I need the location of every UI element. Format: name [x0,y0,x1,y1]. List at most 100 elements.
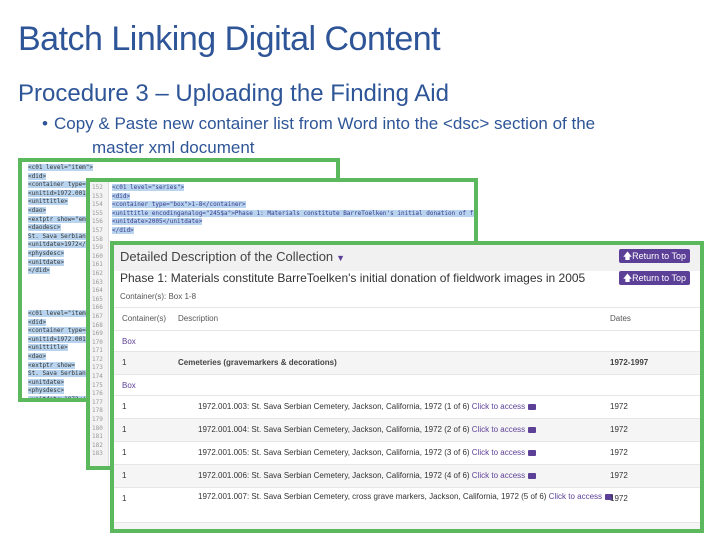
line-number: 164 [92,287,103,295]
row-dates: 1972-1997 [610,358,649,367]
box-label: Box [122,381,136,390]
code-line: <unittitle encodinganalog="245$a">Phase … [112,209,474,219]
code-line: </did> [112,226,134,234]
click-to-access-link[interactable]: Click to access [549,492,602,501]
line-number: 154 [92,201,103,209]
line-number: 152 [92,184,103,191]
line-number: 174 [92,373,103,381]
line-number: 166 [92,304,103,312]
return-to-top-button[interactable]: 🡅Return to Top [618,249,690,263]
line-number: 178 [92,407,103,415]
code-line: <c01 level="series"> [112,184,185,191]
line-number: 180 [92,424,103,432]
row-container: 1 [122,471,127,480]
line-number: 167 [92,312,103,320]
line-number: 165 [92,295,103,303]
line-number: 159 [92,244,103,252]
row-description: 1972.001.004: St. Sava Serbian Cemetery,… [198,425,537,434]
arrow-up-icon: 🡅 [622,273,633,283]
table-row: 1 1972.001.006: St. Sava Serbian Cemetery… [114,464,700,487]
line-number: 169 [92,330,103,338]
column-header-container: Container(s) [122,314,167,323]
slide-title: Batch Linking Digital Content [18,20,441,58]
line-number: 175 [92,381,103,389]
row-dates: 1972 [610,494,628,503]
row-description: 1972.001.005: St. Sava Serbian Cemetery,… [198,448,537,457]
table-row: 1 1972.001.007: St. Sava Serbian Cemetery… [114,487,700,522]
row-dates: 1972 [610,402,628,411]
box-label-row: Box [114,330,700,351]
camera-icon[interactable] [528,449,537,456]
camera-icon[interactable] [528,403,537,410]
line-number: 162 [92,269,103,277]
table-row: 1 1972.001.003: St. Sava Serbian Cemetery… [114,395,700,418]
column-header-description: Description [178,314,219,323]
line-number: 156 [92,218,103,226]
line-number-gutter: 152 153 154 155 156 157 158 159 160 161 162 163 164 1… [90,182,109,466]
line-number: 158 [92,235,103,243]
row-container: 1 [122,448,127,457]
row-container: 1 [122,494,127,503]
line-number: 153 [92,192,103,200]
line-number: 179 [92,416,103,424]
click-to-access-link[interactable]: Click to access [472,425,525,434]
click-to-access-link[interactable]: Click to access [472,448,525,457]
table-row: 1 1972.001.004: St. Sava Serbian Cemetery… [114,418,700,441]
line-number: 171 [92,347,103,355]
click-to-access-link[interactable]: Click to access [472,402,525,411]
slide-subtitle: Procedure 3 – Uploading the Finding Aid [18,80,449,107]
camera-icon[interactable] [528,472,537,479]
line-number: 182 [92,441,103,449]
row-container: 1 [122,358,127,367]
bullet-point: • Copy & Paste new container list from W… [42,112,674,160]
line-number: 173 [92,364,103,372]
line-number: 161 [92,261,103,269]
box-label: Box [122,337,136,346]
bullet-symbol: • [42,114,48,133]
code-line: <did> [112,192,131,200]
container-table: Container(s) Description Dates Box 1 Cem… [114,307,700,533]
line-number: 181 [92,433,103,441]
row-description: 1972.001.003: St. Sava Serbian Cemetery,… [198,402,537,411]
caret-down-icon: ▼ [336,253,346,263]
row-dates: 1972 [610,448,628,457]
line-number: 157 [92,226,103,234]
click-to-access-link[interactable]: Click to access [472,529,525,533]
camera-icon[interactable] [528,531,536,533]
row-container: 1 [122,425,127,434]
finding-aid-screenshot: Detailed Description of the Collection ▼ … [110,241,704,533]
arrow-up-icon: 🡅 [622,251,633,261]
table-header: Container(s) Description Dates [114,307,700,330]
table-row-group: 1 Cemeteries (gravemarkers & decorations… [114,351,700,374]
line-number: 177 [92,398,103,406]
row-dates: 1972 [610,425,628,434]
row-description: 1972.001.007: St. Sava Serbian Cemetery,… [198,491,618,502]
bullet-line-2: master xml document [92,138,255,157]
row-container: 1 [122,402,127,411]
line-number: 170 [92,338,103,346]
series-title: Phase 1: Materials constitute BarreToelk… [120,271,586,285]
line-number: 183 [92,450,103,458]
line-number: 163 [92,278,103,286]
line-number: 155 [92,209,103,217]
line-number: 176 [92,390,103,398]
row-description: 1972.001.008: St. Sava Serbian Cemetery,… [198,529,536,533]
click-to-access-link[interactable]: Click to access [472,471,525,480]
camera-icon[interactable] [528,426,537,433]
row-container: 1 [122,529,126,533]
table-row: 1 1972.001.005: St. Sava Serbian Cemetery… [114,441,700,464]
container-line: Container(s): Box 1-8 [120,292,197,301]
section-header: Detailed Description of the Collection ▼ [114,245,700,271]
return-to-top-button[interactable]: 🡅Return to Top [618,271,690,285]
row-description: Cemeteries (gravemarkers & decorations) [178,358,337,367]
xml-line: <c01 level="item"> [28,164,94,171]
table-row: 1 1972.001.008: St. Sava Serbian Cemetery… [114,522,700,533]
box-label-row: Box [114,374,700,395]
code-line: <unitdate>2005</unitdate> [112,218,203,226]
section-title[interactable]: Detailed Description of the Collection ▼ [120,249,345,264]
line-number: 160 [92,252,103,260]
code-line: <container type="box">1-8</container> [112,201,246,209]
column-header-dates: Dates [610,314,631,323]
line-number: 172 [92,355,103,363]
row-dates: 1972 [610,529,628,533]
